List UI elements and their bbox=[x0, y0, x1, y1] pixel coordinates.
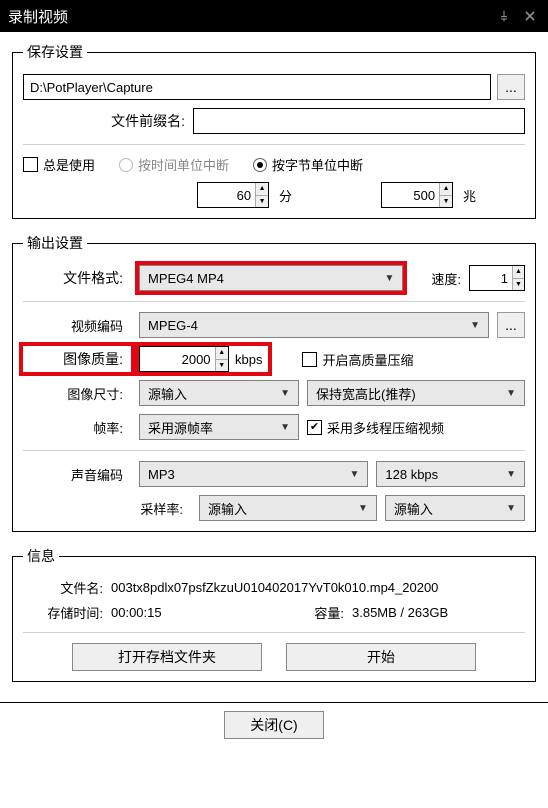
checkbox-icon bbox=[302, 352, 317, 367]
time-value-stepper[interactable]: ▲▼ bbox=[197, 182, 269, 208]
spin-down-icon[interactable]: ▼ bbox=[256, 196, 268, 208]
chevron-down-icon: ▼ bbox=[354, 503, 372, 514]
chevron-down-icon: ▼ bbox=[502, 388, 520, 399]
aspect-ratio-select[interactable]: 保持宽高比(推荐) ▼ bbox=[307, 380, 525, 406]
radio-bytes-label: 按字节单位中断 bbox=[272, 155, 363, 174]
prefix-input[interactable] bbox=[193, 108, 525, 134]
format-label: 文件格式: bbox=[23, 268, 131, 288]
bytes-value-input[interactable] bbox=[382, 183, 439, 207]
spin-up-icon[interactable]: ▲ bbox=[440, 183, 452, 196]
multithread-label: 采用多线程压缩视频 bbox=[327, 418, 444, 437]
bytes-value-stepper[interactable]: ▲▼ bbox=[381, 182, 453, 208]
size-label: 图像尺寸: bbox=[23, 384, 131, 403]
spin-down-icon[interactable]: ▼ bbox=[216, 360, 228, 372]
channel-select[interactable]: 源输入 ▼ bbox=[385, 495, 525, 521]
chevron-down-icon: ▼ bbox=[345, 469, 363, 480]
audio-bitrate-select[interactable]: 128 kbps ▼ bbox=[376, 461, 525, 487]
radio-time-break[interactable]: 按时间单位中断 bbox=[119, 155, 229, 174]
hq-compress-checkbox[interactable]: 开启高质量压缩 bbox=[302, 350, 413, 369]
quality-input[interactable] bbox=[140, 347, 215, 371]
radio-bytes-break[interactable]: 按字节单位中断 bbox=[253, 155, 363, 174]
window-title: 录制视频 bbox=[8, 6, 68, 27]
aspect-value: 保持宽高比(推荐) bbox=[316, 384, 502, 403]
audio-encoder-select[interactable]: MP3 ▼ bbox=[139, 461, 368, 487]
fps-select[interactable]: 采用源帧率 ▼ bbox=[139, 414, 299, 440]
sample-value: 源输入 bbox=[208, 499, 354, 518]
venc-value: MPEG-4 bbox=[148, 318, 466, 333]
divider bbox=[23, 301, 525, 302]
video-encoder-select[interactable]: MPEG-4 ▼ bbox=[139, 312, 489, 338]
spin-down-icon[interactable]: ▼ bbox=[440, 196, 452, 208]
chevron-down-icon: ▼ bbox=[466, 320, 484, 331]
titlebar: 录制视频 bbox=[0, 0, 548, 32]
format-value: MPEG4 MP4 bbox=[148, 271, 380, 286]
prefix-label: 文件前缀名: bbox=[23, 111, 193, 131]
image-size-select[interactable]: 源输入 ▼ bbox=[139, 380, 299, 406]
chevron-down-icon: ▼ bbox=[276, 388, 294, 399]
bytes-unit: 兆 bbox=[463, 186, 476, 205]
browse-path-button[interactable]: ... bbox=[497, 74, 525, 100]
hq-compress-label: 开启高质量压缩 bbox=[322, 350, 413, 369]
always-use-label: 总是使用 bbox=[43, 155, 95, 174]
spin-up-icon[interactable]: ▲ bbox=[256, 183, 268, 196]
open-folder-button[interactable]: 打开存档文件夹 bbox=[72, 643, 262, 671]
duration-label: 存储时间: bbox=[23, 603, 111, 622]
chevron-down-icon: ▼ bbox=[380, 273, 398, 284]
time-value-input[interactable] bbox=[198, 183, 255, 207]
fps-label: 帧率: bbox=[23, 418, 131, 437]
close-icon[interactable] bbox=[520, 6, 540, 26]
fps-value: 采用源帧率 bbox=[148, 418, 276, 437]
spin-up-icon[interactable]: ▲ bbox=[513, 266, 524, 279]
save-settings-group: 保存设置 ... 文件前缀名: 总是使用 按时间单位中断 按字节单位中断 bbox=[12, 42, 536, 219]
output-settings-group: 输出设置 文件格式: MPEG4 MP4 ▼ 速度: ▲▼ 视频编码 MPEG-… bbox=[12, 233, 536, 532]
divider bbox=[23, 632, 525, 633]
radio-icon bbox=[253, 158, 267, 172]
radio-time-label: 按时间单位中断 bbox=[138, 155, 229, 174]
radio-icon bbox=[119, 158, 133, 172]
always-use-checkbox[interactable]: 总是使用 bbox=[23, 155, 95, 174]
filename-label: 文件名: bbox=[23, 578, 111, 597]
multithread-checkbox[interactable]: 采用多线程压缩视频 bbox=[307, 418, 444, 437]
speed-input[interactable] bbox=[470, 266, 512, 290]
speed-stepper[interactable]: ▲▼ bbox=[469, 265, 525, 291]
aenc-value: MP3 bbox=[148, 467, 345, 482]
chevron-down-icon: ▼ bbox=[276, 422, 294, 433]
capacity-label: 容量: bbox=[284, 603, 352, 622]
save-path-input[interactable] bbox=[23, 74, 491, 100]
venc-label: 视频编码 bbox=[23, 316, 131, 335]
info-group: 信息 文件名: 003tx8pdlx07psfZkzuU010402017YvT… bbox=[12, 546, 536, 682]
duration-value: 00:00:15 bbox=[111, 605, 284, 620]
output-legend: 输出设置 bbox=[23, 233, 87, 253]
capacity-value: 3.85MB / 263GB bbox=[352, 605, 525, 620]
chevron-down-icon: ▼ bbox=[502, 503, 520, 514]
video-encoder-more-button[interactable]: ... bbox=[497, 312, 525, 338]
abitrate-value: 128 kbps bbox=[385, 467, 502, 482]
filename-value: 003tx8pdlx07psfZkzuU010402017YvT0k010.mp… bbox=[111, 580, 525, 595]
quality-stepper[interactable]: ▲▼ bbox=[139, 346, 229, 372]
pin-icon[interactable] bbox=[494, 6, 514, 26]
info-legend: 信息 bbox=[23, 546, 59, 566]
spin-up-icon[interactable]: ▲ bbox=[216, 347, 228, 360]
divider bbox=[23, 450, 525, 451]
checkbox-icon bbox=[23, 157, 38, 172]
chevron-down-icon: ▼ bbox=[502, 469, 520, 480]
bottom-bar: 关闭(C) bbox=[0, 702, 548, 747]
save-legend: 保存设置 bbox=[23, 42, 87, 62]
sample-rate-select[interactable]: 源输入 ▼ bbox=[199, 495, 377, 521]
speed-label: 速度: bbox=[431, 269, 461, 288]
sample-label: 采样率: bbox=[23, 499, 191, 518]
channel-value: 源输入 bbox=[394, 499, 502, 518]
file-format-select[interactable]: MPEG4 MP4 ▼ bbox=[139, 265, 403, 291]
spin-down-icon[interactable]: ▼ bbox=[513, 279, 524, 291]
start-button[interactable]: 开始 bbox=[286, 643, 476, 671]
aenc-label: 声音编码 bbox=[23, 465, 131, 484]
divider bbox=[23, 144, 525, 145]
size-value: 源输入 bbox=[148, 384, 276, 403]
close-button[interactable]: 关闭(C) bbox=[224, 711, 324, 739]
quality-unit: kbps bbox=[235, 352, 262, 367]
time-unit: 分 bbox=[279, 186, 303, 205]
checkbox-icon bbox=[307, 420, 322, 435]
quality-label: 图像质量: bbox=[23, 346, 131, 372]
